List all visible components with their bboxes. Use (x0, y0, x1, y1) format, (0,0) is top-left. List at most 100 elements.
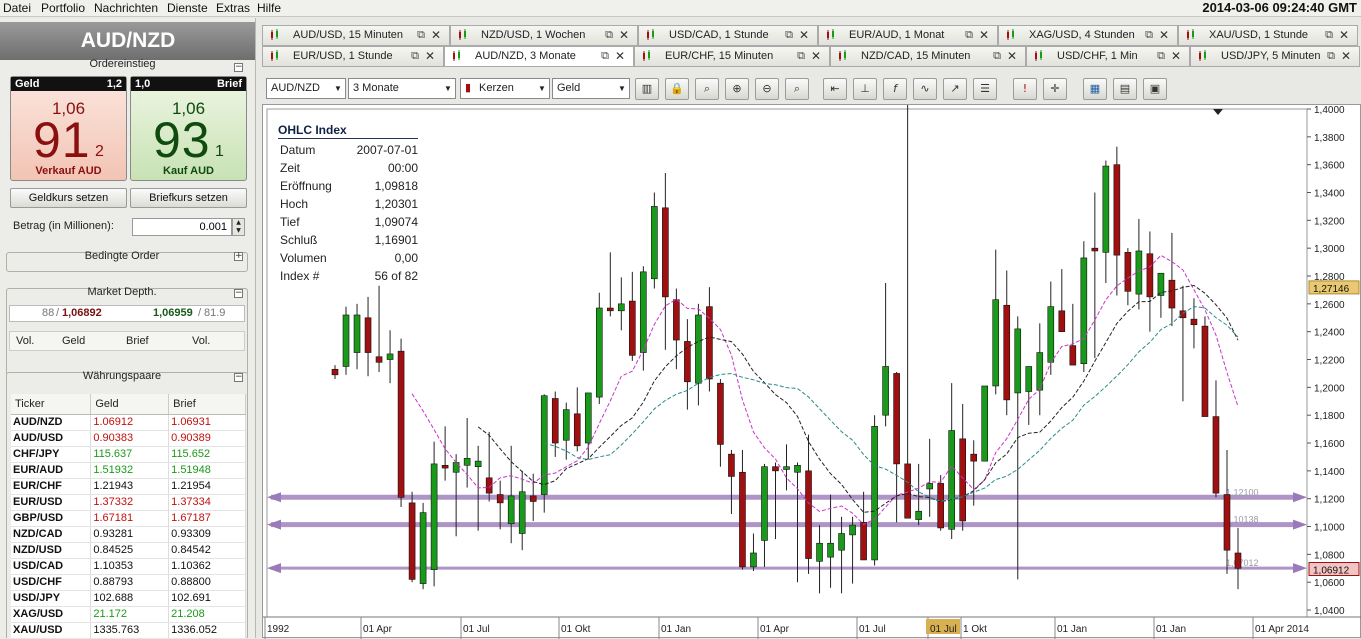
tab-chart[interactable]: EUR/AUD, 1 Monat ⧉ ✕ (818, 25, 998, 46)
indicator-icon[interactable]: ∿ (913, 78, 937, 100)
menu-datei[interactable]: Datei (3, 1, 31, 15)
table-row[interactable]: USD/CHF 0.88793 0.88800 (11, 574, 246, 591)
tab-chart[interactable]: USD/CAD, 1 Stunde ⧉ ✕ (638, 25, 818, 46)
table-row[interactable]: USD/JPY 102.688 102.691 (11, 590, 246, 607)
lock-icon[interactable]: 🔒 (665, 78, 689, 100)
close-icon[interactable]: ✕ (431, 26, 441, 45)
expand-icon[interactable]: + (234, 252, 243, 261)
save-icon[interactable]: ▤ (1113, 78, 1137, 100)
close-icon[interactable]: ✕ (615, 47, 625, 66)
print-icon[interactable]: ▣ (1143, 78, 1167, 100)
popout-icon[interactable]: ⧉ (797, 47, 805, 66)
zoom-in-icon[interactable]: ⊕ (725, 78, 749, 100)
close-icon[interactable]: ✕ (979, 26, 989, 45)
popout-icon[interactable]: ⧉ (417, 26, 425, 45)
instrument-select[interactable]: AUD/NZD ▼ (266, 78, 346, 99)
zoom-out-icon[interactable]: ⊖ (755, 78, 779, 100)
close-icon[interactable]: ✕ (811, 47, 821, 66)
bar-chart-icon[interactable]: ▥ (635, 78, 659, 100)
popout-icon[interactable]: ⧉ (993, 47, 1001, 66)
table-row[interactable]: AUD/USD 0.90383 0.90389 (11, 430, 246, 447)
close-icon[interactable]: ✕ (1007, 47, 1017, 66)
menu-extras[interactable]: Extras (216, 1, 250, 15)
zoom-icon[interactable]: ⌕ (695, 78, 719, 100)
tab-chart[interactable]: USD/CHF, 1 Min ⧉ ✕ (1026, 46, 1190, 67)
tab-chart[interactable]: AUD/USD, 15 Minuten ⧉ ✕ (262, 25, 450, 46)
buy-quote-button[interactable]: 1,0 Brief 1,06 93 1 Kauf AUD (130, 76, 247, 181)
table-row[interactable]: EUR/CHF 1.21943 1.21954 (11, 478, 246, 495)
menu-dienste[interactable]: Dienste (167, 1, 208, 15)
close-icon[interactable]: ✕ (1339, 26, 1349, 45)
close-icon[interactable]: ✕ (1171, 47, 1181, 66)
amount-spinner[interactable]: ▲ ▼ (232, 218, 245, 236)
table-row[interactable]: EUR/AUD 1.51932 1.51948 (11, 462, 246, 479)
table-row[interactable]: NZD/USD 0.84525 0.84542 (11, 542, 246, 559)
tab-chart[interactable]: AUD/NZD, 3 Monate ⧉ ✕ (444, 46, 634, 67)
buy-price-big: 93 (153, 112, 211, 168)
col-ticker[interactable]: Ticker (11, 394, 92, 415)
grid-icon[interactable]: ▦ (1083, 78, 1107, 100)
close-icon[interactable]: ✕ (1159, 26, 1169, 45)
collapse-icon[interactable]: − (234, 63, 243, 72)
spin-down-icon[interactable]: ▼ (233, 227, 244, 235)
tab-chart[interactable]: NZD/CAD, 15 Minuten ⧉ ✕ (830, 46, 1026, 67)
popout-icon[interactable]: ⧉ (1325, 26, 1333, 45)
close-icon[interactable]: ✕ (425, 47, 435, 66)
ask-cell: 102.691 (168, 590, 246, 607)
tab-chart[interactable]: XAG/USD, 4 Stunden ⧉ ✕ (998, 25, 1178, 46)
scroll-left-icon[interactable]: ⇤ (823, 78, 847, 100)
table-row[interactable]: AUD/NZD 1.06912 1.06931 (11, 414, 246, 431)
crosshair-icon[interactable]: ✛ (1043, 78, 1067, 100)
table-row[interactable]: USD/CAD 1.10353 1.10362 (11, 558, 246, 575)
close-icon[interactable]: ✕ (619, 26, 629, 45)
table-row[interactable]: XAG/USD 21.172 21.208 (11, 606, 246, 623)
tab-chart[interactable]: EUR/USD, 1 Stunde ⧉ ✕ (262, 46, 444, 67)
popout-icon[interactable]: ⧉ (601, 47, 609, 66)
chart-area[interactable]: 1,4000 1,3800 1,3600 1,3400 1,3200 1,3000 1,28… (262, 104, 1361, 639)
ask-cell: 0.84542 (168, 542, 246, 559)
sell-quote-button[interactable]: Geld 1,2 1,06 91 2 Verkauf AUD (10, 76, 127, 181)
collapse-icon[interactable]: − (234, 289, 243, 298)
chart-type-value: Kerzen (479, 82, 514, 94)
col-ask[interactable]: Brief (168, 394, 246, 415)
function-icon[interactable]: f (883, 78, 907, 100)
popout-icon[interactable]: ⧉ (1327, 47, 1335, 66)
menu-portfolio[interactable]: Portfolio (41, 1, 85, 15)
tab-chart[interactable]: USD/JPY, 5 Minuten ⧉ ✕ (1190, 46, 1360, 67)
popout-icon[interactable]: ⧉ (965, 26, 973, 45)
collapse-icon[interactable]: − (234, 373, 243, 382)
amount-input[interactable] (132, 218, 232, 236)
popout-icon[interactable]: ⧉ (605, 26, 613, 45)
axis-icon[interactable]: ⊥ (853, 78, 877, 100)
popout-icon[interactable]: ⧉ (411, 47, 419, 66)
table-row[interactable]: GBP/USD 1.67181 1.67187 (11, 510, 246, 527)
tab-chart[interactable]: XAU/USD, 1 Stunde ⧉ ✕ (1178, 25, 1358, 46)
price-side-select[interactable]: Geld ▼ (552, 78, 630, 99)
menu-nachrichten[interactable]: Nachrichten (94, 1, 158, 15)
close-icon[interactable]: ✕ (1341, 47, 1351, 66)
set-bid-button[interactable]: Geldkurs setzen (10, 188, 127, 208)
col-bid[interactable]: Geld (90, 394, 170, 415)
popout-icon[interactable]: ⧉ (1157, 47, 1165, 66)
studies-icon[interactable]: ↗ (943, 78, 967, 100)
alert-icon[interactable]: ! (1013, 78, 1037, 100)
popout-icon[interactable]: ⧉ (1145, 26, 1153, 45)
table-row[interactable]: EUR/USD 1.37332 1.37334 (11, 494, 246, 511)
spin-up-icon[interactable]: ▲ (233, 219, 244, 227)
candlestick-chart[interactable]: 1,40001,38001,36001,34001,32001,30001,28… (263, 105, 1361, 639)
table-row[interactable]: XAU/USD 1335.763 1336.052 (11, 622, 246, 638)
zoom-fit-icon[interactable]: ⌕ (785, 78, 809, 100)
list-icon[interactable]: ☰ (973, 78, 997, 100)
popout-icon[interactable]: ⧉ (785, 26, 793, 45)
table-row[interactable]: CHF/JPY 115.637 115.652 (11, 446, 246, 463)
period-select[interactable]: 3 Monate ▼ (348, 78, 456, 99)
table-row[interactable]: NZD/CAD 0.93281 0.93309 (11, 526, 246, 543)
tab-chart[interactable]: EUR/CHF, 15 Minuten ⧉ ✕ (634, 46, 830, 67)
tab-chart[interactable]: NZD/USD, 1 Wochen ⧉ ✕ (450, 25, 638, 46)
chart-type-select[interactable]: ▮ Kerzen ▼ (460, 78, 550, 99)
menu-hilfe[interactable]: Hilfe (257, 1, 281, 15)
conditional-order-panel[interactable]: Bedingte Order + (6, 250, 248, 272)
set-ask-button[interactable]: Briefkurs setzen (130, 188, 247, 208)
ohlc-label: Schluß (280, 233, 318, 247)
close-icon[interactable]: ✕ (799, 26, 809, 45)
